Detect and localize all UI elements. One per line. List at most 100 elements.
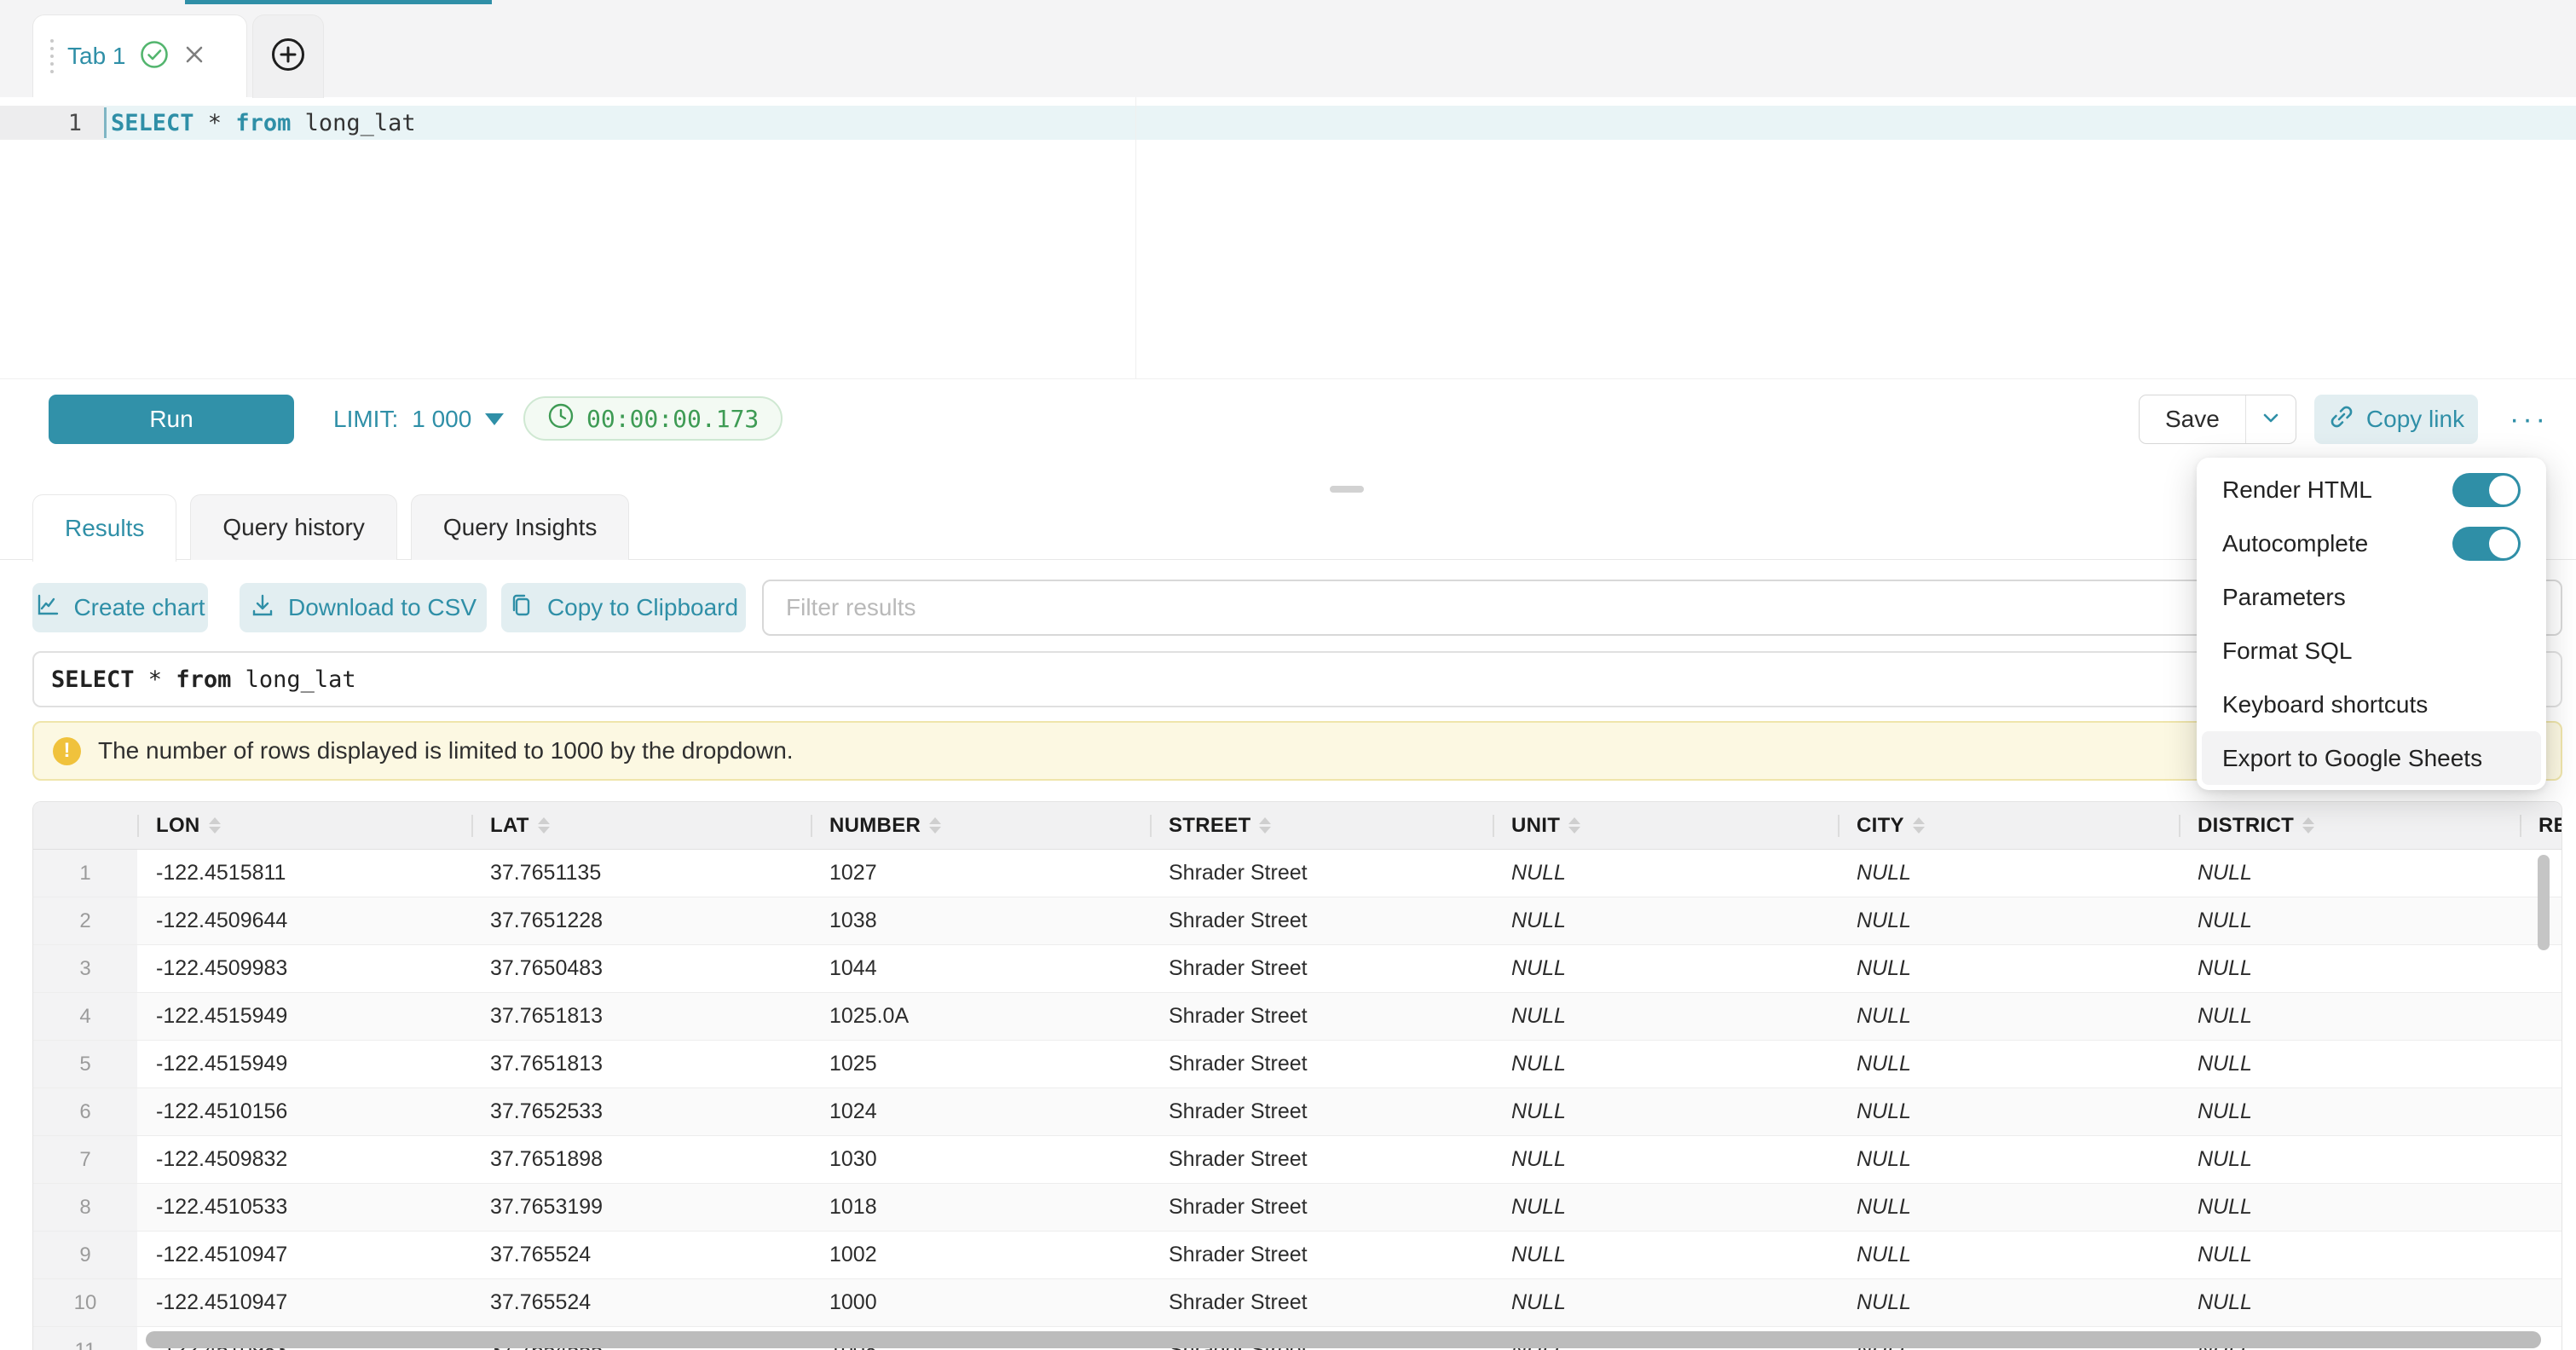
table-cell: NULL	[1838, 1232, 2179, 1278]
column-header-re[interactable]: RE	[2520, 802, 2562, 849]
sql-text: *	[135, 666, 176, 693]
table-row[interactable]: 10-122.451094737.7655241000Shrader Stree…	[33, 1279, 2562, 1327]
table-cell: Shrader Street	[1150, 993, 1493, 1040]
table-cell: 1030	[811, 1136, 1150, 1183]
table-cell: 37.7651228	[471, 897, 811, 944]
table-cell: -122.4515949	[137, 993, 471, 1040]
table-cell: 1038	[811, 897, 1150, 944]
sort-icon[interactable]	[1568, 817, 1580, 834]
query-tab[interactable]: Tab 1	[32, 14, 247, 97]
row-number: 10	[33, 1279, 137, 1326]
menu-item-render-html[interactable]: Render HTML	[2202, 463, 2541, 516]
query-duration-badge: 00:00:00.173	[523, 396, 783, 441]
column-header-street[interactable]: STREET	[1150, 802, 1493, 849]
pane-resize-handle[interactable]	[1330, 486, 1364, 493]
menu-item-parameters[interactable]: Parameters	[2202, 570, 2541, 624]
results-tab-results[interactable]: Results	[32, 494, 176, 562]
table-cell: 1027	[811, 850, 1150, 897]
table-row[interactable]: 2-122.450964437.76512281038Shrader Stree…	[33, 897, 2562, 945]
table-cell: NULL	[1838, 993, 2179, 1040]
table-cell: -122.4510947	[137, 1232, 471, 1278]
more-options-button[interactable]: ···	[2496, 395, 2562, 444]
save-options-button[interactable]	[2245, 395, 2296, 443]
autocomplete-toggle[interactable]	[2452, 527, 2521, 561]
table-cell: 1025	[811, 1041, 1150, 1088]
table-cell: Shrader Street	[1150, 1088, 1493, 1135]
column-header-city[interactable]: CITY	[1838, 802, 2179, 849]
results-tab-query-history[interactable]: Query history	[190, 494, 397, 560]
save-button[interactable]: Save	[2140, 395, 2245, 443]
tab-drag-handle-icon[interactable]	[50, 39, 54, 73]
table-row[interactable]: 8-122.451053337.76531991018Shrader Stree…	[33, 1184, 2562, 1232]
table-body: 1-122.451581137.76511351027Shrader Stree…	[33, 850, 2562, 1350]
table-cell: NULL	[2179, 993, 2520, 1040]
render-html-toggle[interactable]	[2452, 473, 2521, 507]
sort-icon[interactable]	[1259, 817, 1271, 834]
sort-icon[interactable]	[538, 817, 550, 834]
limit-dropdown[interactable]: LIMIT: 1 000	[333, 395, 504, 444]
menu-item-keyboard-shortcuts[interactable]: Keyboard shortcuts	[2202, 678, 2541, 731]
table-cell: 37.7651813	[471, 1041, 811, 1088]
table-cell: Shrader Street	[1150, 1279, 1493, 1326]
results-tabs: ResultsQuery historyQuery Insights	[32, 494, 629, 562]
copy-link-button[interactable]: Copy link	[2314, 395, 2478, 444]
column-header-lon[interactable]: LON	[137, 802, 471, 849]
menu-item-autocomplete[interactable]: Autocomplete	[2202, 516, 2541, 570]
column-label: STREET	[1169, 814, 1250, 838]
sort-icon[interactable]	[929, 817, 941, 834]
run-button[interactable]: Run	[49, 395, 294, 444]
column-header-lat[interactable]: LAT	[471, 802, 811, 849]
table-row[interactable]: 6-122.451015637.76525331024Shrader Stree…	[33, 1088, 2562, 1136]
chevron-down-icon	[2260, 407, 2282, 433]
column-header-number[interactable]: NUMBER	[811, 802, 1150, 849]
table-cell: 37.7651135	[471, 850, 811, 897]
table-row[interactable]: 1-122.451581137.76511351027Shrader Stree…	[33, 850, 2562, 897]
tab-close-icon[interactable]	[182, 43, 206, 71]
sort-icon[interactable]	[209, 817, 221, 834]
sort-icon[interactable]	[2302, 817, 2314, 834]
column-header-district[interactable]: DISTRICT	[2179, 802, 2520, 849]
table-cell: NULL	[1838, 1279, 2179, 1326]
table-row[interactable]: 9-122.451094737.7655241002Shrader Street…	[33, 1232, 2562, 1279]
sql-editor[interactable]: 1 SELECT * from long_lat	[0, 97, 2576, 378]
timer-value: 00:00:00.173	[586, 405, 759, 433]
table-cell: 37.7651813	[471, 993, 811, 1040]
table-row[interactable]: 7-122.450983237.76518981030Shrader Stree…	[33, 1136, 2562, 1184]
row-number: 5	[33, 1041, 137, 1088]
table-row[interactable]: 3-122.450998337.76504831044Shrader Stree…	[33, 945, 2562, 993]
horizontal-scrollbar[interactable]	[146, 1331, 2541, 1348]
row-number: 1	[33, 850, 137, 897]
table-row[interactable]: 4-122.451594937.76518131025.0AShrader St…	[33, 993, 2562, 1041]
menu-item-format-sql[interactable]: Format SQL	[2202, 624, 2541, 678]
vertical-scrollbar[interactable]	[2538, 855, 2550, 950]
clock-icon	[547, 402, 575, 436]
add-tab-button[interactable]	[252, 14, 324, 98]
create-chart-button[interactable]: Create chart	[32, 583, 208, 632]
menu-item-label: Keyboard shortcuts	[2222, 691, 2428, 718]
sql-text: long_lat	[231, 666, 355, 693]
print-margin-line	[1135, 97, 1136, 378]
column-label: CITY	[1857, 814, 1904, 838]
download-csv-button[interactable]: Download to CSV	[240, 583, 487, 632]
table-cell: NULL	[1838, 1136, 2179, 1183]
column-header-unit[interactable]: UNIT	[1493, 802, 1838, 849]
results-tab-query-insights[interactable]: Query Insights	[411, 494, 630, 560]
table-row[interactable]: 5-122.451594937.76518131025Shrader Stree…	[33, 1041, 2562, 1088]
results-table: LON LATNUMBER STREET UNIT CITY DISTRICTRE 1 -1…	[32, 801, 2562, 1350]
table-cell: 1044	[811, 945, 1150, 992]
sql-keyword: from	[235, 110, 291, 136]
limit-value: 1 000	[412, 406, 471, 433]
sort-icon[interactable]	[1913, 817, 1925, 834]
table-cell: NULL	[1838, 945, 2179, 992]
table-cell	[2520, 1088, 2562, 1135]
copy-clipboard-button[interactable]: Copy to Clipboard	[501, 583, 746, 632]
table-cell: 37.7653199	[471, 1184, 811, 1231]
table-cell: NULL	[1493, 1279, 1838, 1326]
table-cell: NULL	[1493, 993, 1838, 1040]
table-cell	[2520, 1136, 2562, 1183]
table-cell: NULL	[1493, 897, 1838, 944]
menu-item-export-to-google-sheets[interactable]: Export to Google Sheets	[2202, 731, 2541, 785]
table-cell: 1018	[811, 1184, 1150, 1231]
column-label: LON	[156, 814, 200, 838]
table-cell: 1024	[811, 1088, 1150, 1135]
